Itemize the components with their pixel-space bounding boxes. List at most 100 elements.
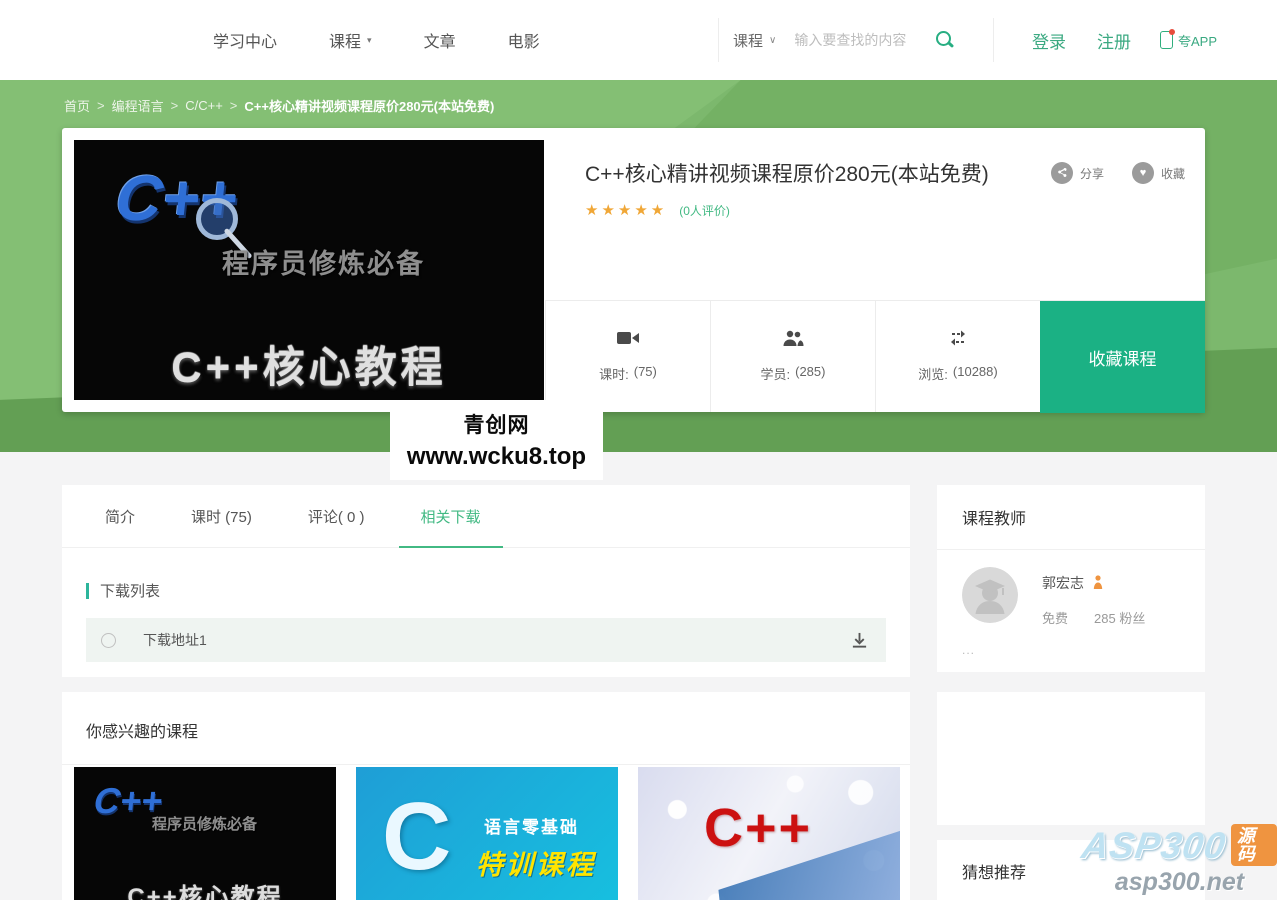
search-button[interactable] bbox=[934, 27, 959, 53]
stat-views: 浏览: (10288) bbox=[875, 301, 1040, 412]
teacher-price: 免费 bbox=[1042, 608, 1068, 627]
tab-comments[interactable]: 评论( 0 ) bbox=[308, 485, 365, 547]
top-navbar: 学习中心 课程 ▾ 文章 电影 课程 ∨ 登录 注册 夸APP bbox=[0, 0, 1277, 80]
breadcrumb-current: C++核心精讲视频课程原价280元(本站免费) bbox=[244, 96, 494, 115]
breadcrumb-separator: > bbox=[171, 98, 179, 113]
thumb-subtitle: 程序员修炼必备 bbox=[152, 813, 257, 834]
thumb-line2: 特训课程 bbox=[476, 843, 596, 882]
nav-movies[interactable]: 电影 bbox=[508, 28, 540, 52]
nav-articles[interactable]: 文章 bbox=[424, 28, 456, 52]
divider bbox=[62, 764, 910, 765]
login-link[interactable]: 登录 bbox=[1032, 28, 1066, 53]
stat-students: 学员:(285) bbox=[710, 301, 875, 412]
favorite-course-button[interactable]: 收藏课程 bbox=[1040, 301, 1205, 413]
course-title: C++核心精讲视频课程原价280元(本站免费) bbox=[585, 158, 989, 188]
register-link[interactable]: 注册 bbox=[1097, 28, 1131, 53]
course-thumbnail-cpp[interactable]: C++ bbox=[638, 767, 900, 900]
teacher-badge-icon bbox=[1093, 575, 1103, 592]
course-thumbnails: C++ 程序员修炼必备 C++核心教程 C 语言零基础 特训课程 C++ bbox=[74, 767, 900, 900]
interested-courses-title: 你感兴趣的课程 bbox=[62, 692, 910, 742]
search-category-select[interactable]: 课程 ∨ bbox=[733, 30, 776, 51]
teacher-card-title: 课程教师 bbox=[937, 485, 1205, 529]
download-list-heading: 下载列表 bbox=[86, 580, 160, 601]
download-item-label: 下载地址1 bbox=[143, 630, 207, 650]
chevron-down-icon: ∨ bbox=[769, 35, 776, 46]
thumb-line1: 语言零基础 bbox=[484, 813, 579, 838]
stat-views-value: (10288) bbox=[953, 364, 998, 383]
site-watermark-url: www.wcku8.top bbox=[390, 443, 603, 471]
favorite-label: 收藏 bbox=[1161, 165, 1185, 182]
stat-students-value: (285) bbox=[795, 364, 825, 383]
search-input[interactable] bbox=[792, 31, 934, 49]
main-nav: 学习中心 课程 ▾ 文章 电影 bbox=[213, 0, 540, 80]
course-thumbnail-cpp-core[interactable]: C++ 程序员修炼必备 C++核心教程 bbox=[74, 767, 336, 900]
search-bar: 课程 ∨ bbox=[718, 18, 994, 62]
stat-lessons-label: 课时: bbox=[599, 364, 629, 383]
site-watermark: 青创网 www.wcku8.top bbox=[390, 400, 603, 480]
divider bbox=[937, 549, 1205, 550]
views-icon bbox=[945, 330, 971, 351]
breadcrumb-subcategory[interactable]: C/C++ bbox=[185, 98, 223, 113]
app-link[interactable]: 夸APP bbox=[1160, 31, 1217, 50]
course-detail-card: 简介 课时 (75) 评论( 0 ) 相关下载 下载列表 下载地址1 bbox=[62, 485, 910, 677]
tabs: 简介 课时 (75) 评论( 0 ) 相关下载 bbox=[62, 485, 910, 548]
students-icon bbox=[782, 330, 805, 351]
stat-students-label: 学员: bbox=[761, 364, 791, 383]
stat-views-label: 浏览: bbox=[918, 364, 948, 383]
download-list-title: 下载列表 bbox=[100, 580, 160, 601]
heading-bar bbox=[86, 583, 89, 599]
site-watermark-name: 青创网 bbox=[390, 409, 603, 439]
teacher-avatar[interactable] bbox=[962, 567, 1018, 623]
favorite-button[interactable]: ♥ 收藏 bbox=[1132, 162, 1185, 184]
nav-courses-label: 课程 bbox=[329, 28, 361, 52]
app-label: 夸APP bbox=[1178, 31, 1217, 50]
download-item-row[interactable]: 下载地址1 bbox=[86, 618, 886, 662]
teacher-card: 课程教师 郭宏志 免费 285 粉丝 ... bbox=[937, 485, 1205, 672]
course-thumbnail-c-basics[interactable]: C 语言零基础 特训课程 bbox=[356, 767, 618, 900]
course-card: C++ 程序员修炼必备 C++核心教程 C++核心精讲视频课程原价280元(本站… bbox=[62, 128, 1205, 412]
breadcrumb-category[interactable]: 编程语言 bbox=[112, 96, 164, 115]
share-label: 分享 bbox=[1080, 165, 1104, 182]
thumb-cpp-red-logo: C++ bbox=[704, 797, 812, 859]
teacher-fans: 285 粉丝 bbox=[1094, 608, 1145, 627]
caret-down-icon: ▾ bbox=[367, 35, 372, 46]
auth-links: 登录 注册 夸APP bbox=[1032, 0, 1217, 80]
nav-courses[interactable]: 课程 ▾ bbox=[329, 28, 372, 52]
share-icon bbox=[1051, 162, 1073, 184]
stat-lessons-value: (75) bbox=[634, 364, 657, 383]
search-icon bbox=[936, 31, 951, 46]
rating-stars: ★★★★★ bbox=[585, 201, 667, 219]
cover-title: C++核心教程 bbox=[74, 334, 544, 395]
thumb-title: C++核心教程 bbox=[74, 877, 336, 900]
course-stats: 课时: (75) 学员:(285) 浏览: (10288) 收藏课程 bbox=[545, 300, 1205, 412]
teacher-name-link[interactable]: 郭宏志 bbox=[1042, 573, 1084, 593]
recommend-card: 猜想推荐 bbox=[937, 840, 1205, 900]
teacher-more-ellipsis: ... bbox=[962, 643, 975, 657]
tab-downloads[interactable]: 相关下载 bbox=[421, 485, 481, 547]
breadcrumb-separator: > bbox=[230, 98, 238, 113]
phone-icon bbox=[1160, 31, 1173, 49]
nav-learning-center[interactable]: 学习中心 bbox=[213, 28, 277, 52]
download-icon[interactable] bbox=[851, 632, 868, 649]
heart-icon: ♥ bbox=[1132, 162, 1154, 184]
rating-row: ★★★★★ (0人评价) bbox=[585, 201, 730, 219]
cover-subtitle: 程序员修炼必备 bbox=[222, 242, 425, 281]
video-camera-icon bbox=[617, 330, 640, 351]
asp300-tag: 源码 bbox=[1231, 824, 1277, 866]
breadcrumb: 首页 > 编程语言 > C/C++ > C++核心精讲视频课程原价280元(本站… bbox=[64, 96, 494, 115]
teacher-row: 郭宏志 免费 285 粉丝 bbox=[962, 567, 1145, 627]
tab-intro[interactable]: 简介 bbox=[105, 485, 135, 547]
magnifier-icon bbox=[196, 198, 238, 240]
recommend-title: 猜想推荐 bbox=[937, 840, 1205, 883]
search-category-label: 课程 bbox=[733, 30, 763, 51]
radio-circle-icon bbox=[101, 633, 116, 648]
tab-lessons[interactable]: 课时 (75) bbox=[191, 485, 252, 547]
share-favorite-group: 分享 ♥ 收藏 bbox=[1051, 162, 1185, 184]
notification-dot-icon bbox=[1169, 29, 1175, 35]
course-cover-image: C++ 程序员修炼必备 C++核心教程 bbox=[74, 140, 544, 400]
breadcrumb-home[interactable]: 首页 bbox=[64, 96, 90, 115]
stat-lessons: 课时: (75) bbox=[545, 301, 710, 412]
rating-count-link[interactable]: (0人评价) bbox=[679, 202, 730, 219]
thumb-c-logo: C bbox=[382, 789, 451, 885]
share-button[interactable]: 分享 bbox=[1051, 162, 1104, 184]
